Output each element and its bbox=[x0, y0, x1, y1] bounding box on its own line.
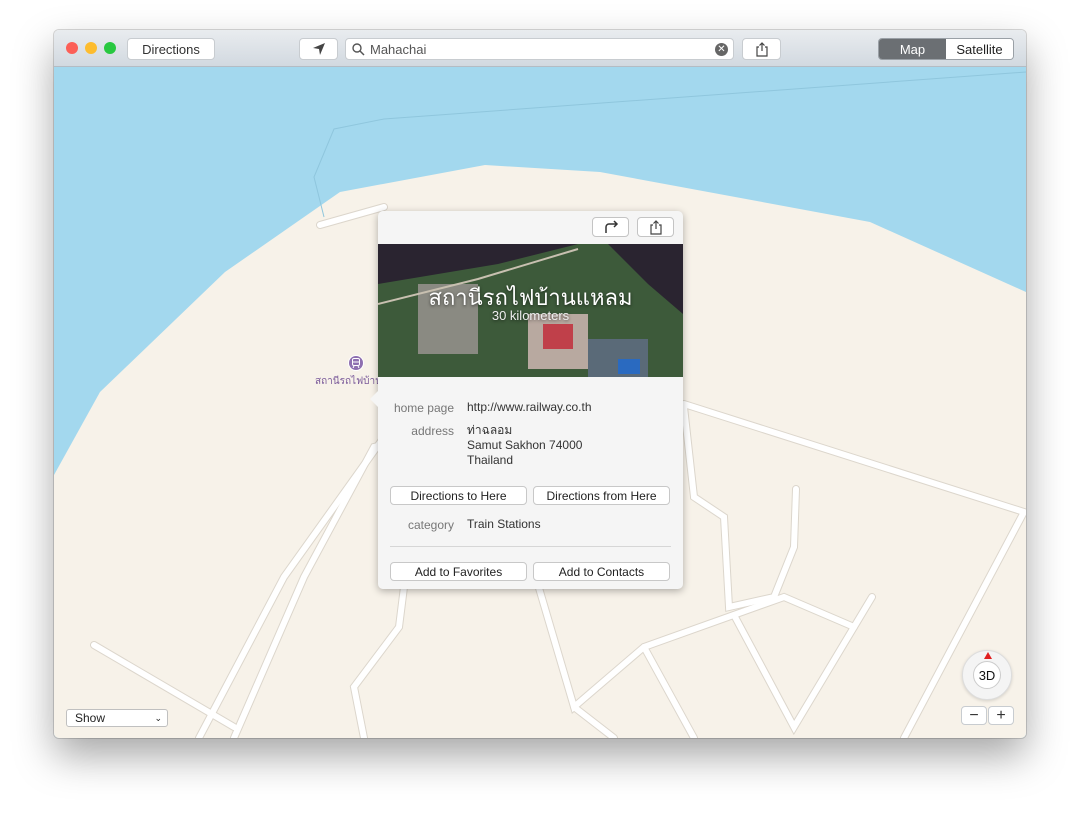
map-canvas[interactable]: สถานีรถไฟบ้านแ Show ⌄ 3D − + bbox=[54, 67, 1026, 738]
minimize-button[interactable] bbox=[85, 42, 97, 54]
tab-satellite[interactable]: Satellite bbox=[946, 39, 1013, 59]
compass[interactable]: 3D bbox=[962, 650, 1012, 700]
zoom-out-button[interactable]: − bbox=[961, 706, 987, 725]
directions-button[interactable]: Directions bbox=[127, 38, 215, 60]
close-button[interactable] bbox=[66, 42, 78, 54]
north-indicator-icon bbox=[984, 652, 992, 659]
map-type-selector: Map Satellite bbox=[878, 38, 1014, 60]
address-label: address bbox=[411, 424, 454, 438]
home-page-link[interactable]: http://www.railway.co.th bbox=[467, 400, 592, 415]
satellite-photo: สถานีรถไฟบ้านแหลม 30 kilometers bbox=[378, 244, 683, 377]
3d-button[interactable]: 3D bbox=[973, 661, 1001, 689]
zoom-in-button[interactable]: + bbox=[988, 706, 1014, 725]
category-value: Train Stations bbox=[467, 517, 541, 531]
directions-from-here-button[interactable]: Directions from Here bbox=[533, 486, 670, 505]
category-label: category bbox=[407, 518, 454, 532]
show-dropdown[interactable]: Show ⌄ bbox=[66, 709, 168, 727]
show-label: Show bbox=[75, 711, 106, 725]
divider bbox=[390, 546, 671, 547]
share-button[interactable] bbox=[742, 38, 781, 60]
turn-right-arrow-icon bbox=[604, 220, 618, 233]
share-icon bbox=[755, 41, 768, 57]
address-value: ท่าฉลอม Samut Sakhon 74000 Thailand bbox=[467, 423, 582, 468]
location-arrow-icon bbox=[312, 43, 325, 55]
popover-share-button[interactable] bbox=[637, 217, 674, 237]
place-popover: สถานีรถไฟบ้านแหลม 30 kilometers home pag… bbox=[370, 211, 683, 589]
directions-to-here-button[interactable]: Directions to Here bbox=[390, 486, 527, 505]
add-to-favorites-button[interactable]: Add to Favorites bbox=[390, 562, 527, 581]
search-value: Mahachai bbox=[370, 41, 427, 57]
address-line: Samut Sakhon 74000 bbox=[467, 438, 583, 452]
maps-window: Directions Mahachai ✕ Map Satellite สถาน… bbox=[54, 30, 1026, 738]
train-station-pin[interactable] bbox=[348, 355, 364, 371]
address-line: ท่าฉลอม bbox=[467, 423, 513, 437]
search-input[interactable]: Mahachai ✕ bbox=[345, 38, 734, 60]
tab-map[interactable]: Map bbox=[879, 39, 946, 59]
clear-search-icon[interactable]: ✕ bbox=[715, 43, 728, 56]
pin-label: สถานีรถไฟบ้านแ bbox=[315, 376, 381, 387]
add-to-contacts-button[interactable]: Add to Contacts bbox=[533, 562, 670, 581]
search-icon bbox=[352, 42, 365, 56]
toolbar: Directions Mahachai ✕ Map Satellite bbox=[54, 30, 1026, 67]
train-icon bbox=[352, 358, 360, 368]
chevron-down-icon: ⌄ bbox=[154, 712, 162, 723]
address-line: Thailand bbox=[467, 453, 514, 467]
place-distance: 30 kilometers bbox=[491, 308, 570, 323]
directions-route-button[interactable] bbox=[592, 217, 629, 237]
current-location-button[interactable] bbox=[299, 38, 338, 60]
popover-arrow bbox=[370, 391, 378, 407]
share-icon bbox=[649, 219, 662, 235]
zoom-button[interactable] bbox=[104, 42, 116, 54]
home-page-label: home page bbox=[393, 401, 454, 415]
